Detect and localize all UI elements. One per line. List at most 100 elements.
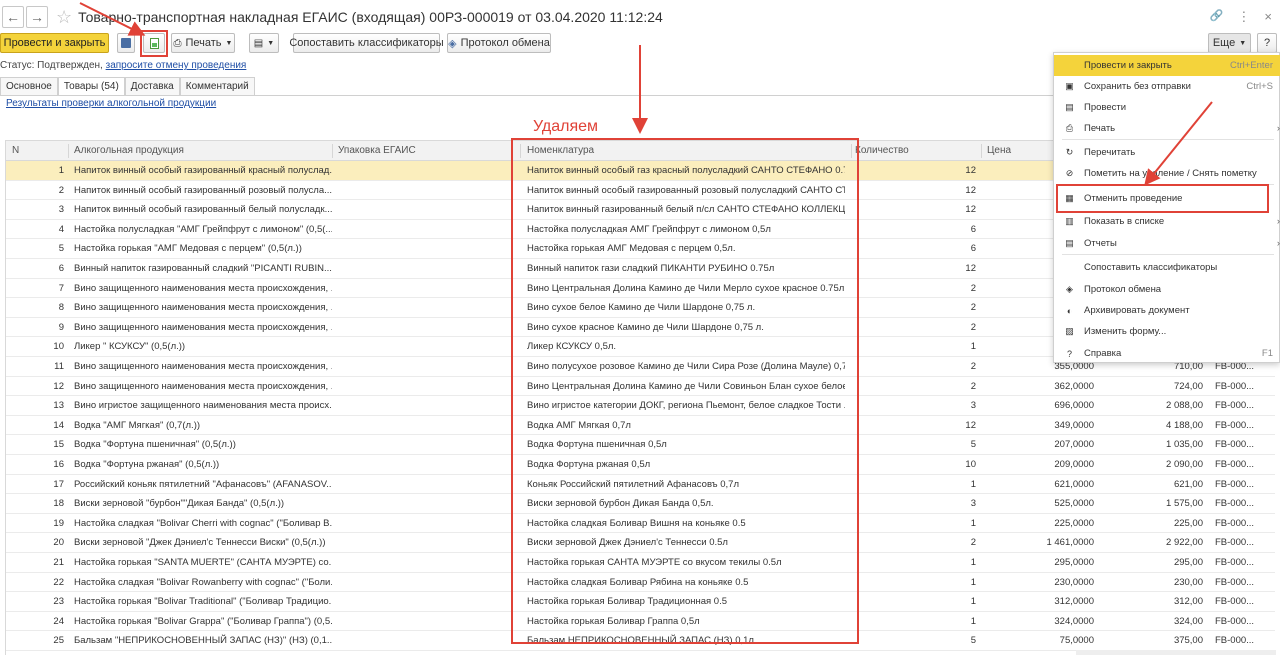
menu-item-icon: ⊘ bbox=[1065, 168, 1074, 178]
menu-item[interactable]: ↻ Перечитать bbox=[1054, 142, 1280, 163]
menu-item[interactable]: ⊘ Пометить на удаление / Снять пометку bbox=[1054, 163, 1280, 184]
cell-product: Настойка горькая "Bolivar Traditional" (… bbox=[74, 596, 332, 608]
cell-code: FB-000... bbox=[1215, 576, 1255, 588]
menu-item[interactable]: ▤ Провести bbox=[1054, 97, 1280, 118]
menu-item[interactable]: ▥ Показать в списке › bbox=[1054, 211, 1280, 232]
menu-item[interactable]: ▨ Изменить форму... bbox=[1054, 321, 1280, 342]
save-button[interactable] bbox=[117, 33, 135, 53]
menu-item[interactable]: ⎙ Печать › bbox=[1054, 118, 1280, 139]
cell-sum: 621,00 bbox=[1173, 478, 1203, 490]
cell-code: FB-000... bbox=[1215, 419, 1255, 431]
cell-qty: 12 bbox=[965, 204, 976, 216]
menu-item-label: Провести и закрыть bbox=[1084, 60, 1172, 71]
menu-item-label: Сопоставить классификаторы bbox=[1084, 262, 1218, 273]
back-button[interactable]: ← bbox=[2, 6, 24, 28]
cell-product: Вино защищенного наименования места прои… bbox=[74, 302, 332, 314]
cell-product: Виски зерновой "бурбон""Дикая Банда" (0,… bbox=[74, 498, 285, 510]
tab-delivery[interactable]: Доставка bbox=[124, 77, 180, 95]
cell-qty: 1 bbox=[970, 596, 976, 608]
menu-item-label: Изменить форму... bbox=[1084, 326, 1167, 337]
header-product[interactable]: Алкогольная продукция bbox=[74, 141, 184, 161]
cell-n: 9 bbox=[58, 321, 64, 333]
cell-qty: 1 bbox=[970, 517, 976, 529]
cell-code: FB-000... bbox=[1215, 615, 1255, 627]
related-documents-button[interactable]: ▤ ▼ bbox=[249, 33, 279, 53]
cell-n: 13 bbox=[53, 400, 64, 412]
menu-item-shortcut: Ctrl+Enter bbox=[1229, 60, 1273, 71]
help-label: ? bbox=[1263, 37, 1271, 49]
cell-qty: 3 bbox=[970, 400, 976, 412]
cell-product: Вино защищенного наименования места прои… bbox=[74, 321, 332, 333]
more-button[interactable]: Еще ▼ bbox=[1208, 33, 1251, 53]
cell-sum: 375,00 bbox=[1173, 635, 1203, 647]
menu-item-label: Отчеты bbox=[1084, 238, 1117, 249]
cell-product: Водка "Фортуна ржаная" (0,5(л.)) bbox=[74, 459, 220, 470]
menu-item-label: Сохранить без отправки bbox=[1084, 81, 1191, 92]
cell-qty: 1 bbox=[970, 576, 976, 588]
menu-item-icon: ▤ bbox=[1065, 102, 1074, 112]
post-and-close-button[interactable]: Провести и закрыть bbox=[0, 33, 109, 53]
menu-item[interactable]: ? Справка F1 bbox=[1054, 343, 1280, 364]
cell-code: FB-000... bbox=[1215, 380, 1255, 392]
menu-item-label: Показать в списке bbox=[1084, 216, 1165, 227]
cell-product: Напиток винный особый газированный красн… bbox=[74, 165, 332, 176]
status-line: Статус: Подтвержден, запросите отмену пр… bbox=[0, 60, 246, 71]
alcohol-check-results-link[interactable]: Результаты проверки алкогольной продукци… bbox=[6, 98, 216, 109]
menu-item[interactable]: Сопоставить классификаторы bbox=[1054, 257, 1280, 278]
cell-n: 15 bbox=[53, 439, 64, 451]
cell-code: FB-000... bbox=[1215, 537, 1255, 549]
cell-n: 12 bbox=[53, 380, 64, 392]
help-button[interactable]: ? bbox=[1257, 33, 1277, 53]
header-pack[interactable]: Упаковка ЕГАИС bbox=[338, 141, 416, 161]
header-quantity[interactable]: Количество bbox=[855, 141, 909, 161]
menu-item-icon: ⎙ bbox=[1065, 123, 1074, 133]
tab-main[interactable]: Основное bbox=[0, 77, 58, 95]
menu-item[interactable]: ▦ Отменить проведение bbox=[1054, 188, 1280, 209]
menu-item[interactable]: ◐ Архивировать документ bbox=[1054, 300, 1280, 321]
header-n[interactable]: N bbox=[12, 141, 19, 161]
tab-comment[interactable]: Комментарий bbox=[179, 77, 255, 95]
more-actions-icon[interactable]: ⋮ bbox=[1237, 9, 1250, 25]
cell-n: 5 bbox=[58, 243, 64, 255]
cell-sum: 1 035,00 bbox=[1166, 439, 1203, 451]
menu-item-shortcut: F1 bbox=[1261, 348, 1273, 359]
tab-goods[interactable]: Товары (54) bbox=[57, 77, 125, 95]
menu-item-label: Отменить проведение bbox=[1084, 193, 1183, 204]
menu-item[interactable]: ▣ Сохранить без отправки Ctrl+S bbox=[1054, 76, 1280, 97]
forward-button[interactable]: → bbox=[26, 6, 48, 28]
column-separator bbox=[332, 144, 333, 158]
cell-qty: 12 bbox=[965, 263, 976, 274]
status-value: Подтвержден, bbox=[37, 60, 103, 71]
cell-sum: 225,00 bbox=[1173, 517, 1203, 529]
menu-item[interactable]: ◈ Протокол обмена bbox=[1054, 279, 1280, 300]
cell-n: 7 bbox=[58, 282, 64, 294]
cell-n: 14 bbox=[53, 419, 64, 431]
match-classifiers-button[interactable]: Сопоставить классификаторы bbox=[289, 33, 444, 53]
cell-qty: 12 bbox=[965, 419, 976, 431]
menu-separator bbox=[1062, 139, 1274, 140]
header-price[interactable]: Цена bbox=[987, 141, 1011, 161]
printer-icon: ⎙ bbox=[173, 37, 182, 49]
column-separator bbox=[68, 144, 69, 158]
print-button[interactable]: ⎙ Печать ▼ bbox=[171, 33, 235, 53]
horizontal-scrollbar[interactable] bbox=[1076, 650, 1276, 655]
cell-code: FB-000... bbox=[1215, 400, 1255, 412]
cell-n: 22 bbox=[53, 576, 64, 588]
menu-item-icon: ? bbox=[1066, 348, 1072, 359]
cell-qty: 12 bbox=[965, 165, 976, 176]
cell-product: Настойка горькая "Bolivar Grappa" ("Боли… bbox=[74, 615, 332, 627]
cell-product: Напиток винный особый газированный белый… bbox=[74, 204, 332, 216]
exchange-protocol-button[interactable]: ◈ Протокол обмена bbox=[447, 33, 551, 53]
favorite-star-icon[interactable]: ☆ bbox=[56, 7, 72, 28]
cell-n: 16 bbox=[53, 459, 64, 470]
post-button[interactable] bbox=[143, 33, 165, 53]
menu-item[interactable]: ▤ Отчеты › bbox=[1054, 233, 1280, 254]
cell-qty: 1 bbox=[970, 615, 976, 627]
close-icon[interactable]: × bbox=[1264, 9, 1272, 25]
print-label: Печать bbox=[185, 37, 222, 49]
cell-price: 324,0000 bbox=[1054, 615, 1094, 627]
link-icon[interactable]: 🔗 bbox=[1210, 9, 1224, 25]
cell-price: 225,0000 bbox=[1054, 517, 1094, 529]
menu-item[interactable]: Провести и закрыть Ctrl+Enter bbox=[1054, 55, 1280, 76]
cancel-posting-request-link[interactable]: запросите отмену проведения bbox=[106, 60, 247, 71]
